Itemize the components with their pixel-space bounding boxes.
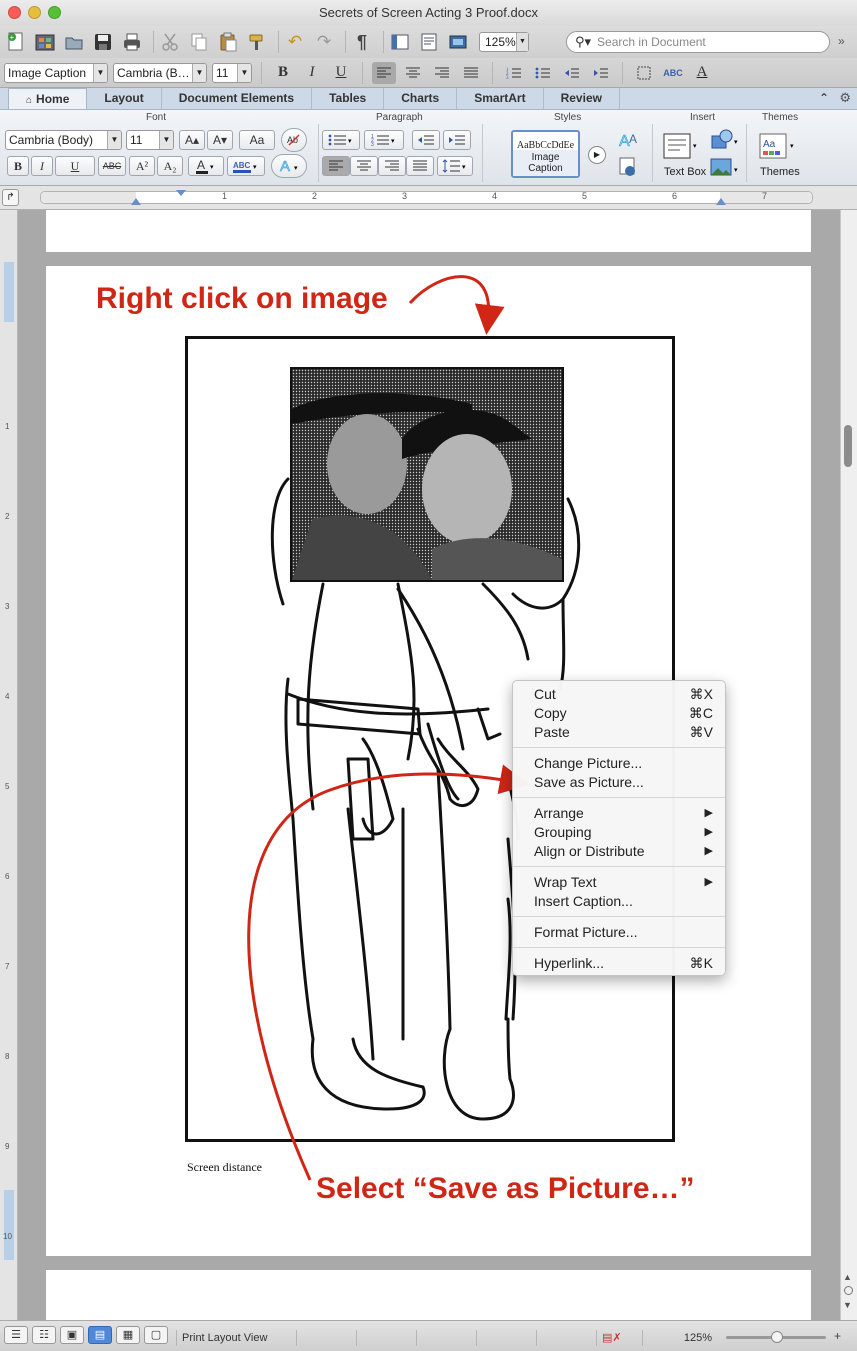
zoom-slider-handle[interactable] [771, 1331, 783, 1343]
scroll-down-icon[interactable]: ▼ [843, 1300, 852, 1310]
zoom-in-icon[interactable]: + [834, 1329, 841, 1343]
annotation-arrows-icon [247, 275, 530, 1181]
menu-item-wrap-text[interactable]: Wrap Text ▶ [513, 873, 725, 892]
scroll-up-icon[interactable]: ▲ [843, 1272, 852, 1282]
spelling-status-icon[interactable]: ▤✗ [596, 1330, 642, 1346]
browse-object-icon[interactable] [844, 1286, 853, 1295]
outline-view-button[interactable]: ☷ [32, 1326, 56, 1344]
view-name-label: Print Layout View [176, 1330, 296, 1346]
vertical-scrollbar[interactable]: ▲ ▼ [840, 210, 857, 1320]
menu-separator [513, 866, 725, 867]
publishing-view-button[interactable]: ▣ [60, 1326, 84, 1344]
menu-separator [513, 916, 725, 917]
status-bar: ☰ ☷ ▣ ▤ ▦ ▢ Print Layout View ▤✗ 125% + [0, 1320, 857, 1351]
zoom-slider[interactable] [726, 1331, 826, 1343]
context-menu: Cut ⌘X Copy ⌘C Paste ⌘V Change Picture... S… [512, 680, 726, 976]
submenu-arrow-icon: ▶ [704, 876, 713, 888]
menu-separator [513, 797, 725, 798]
submenu-arrow-icon: ▶ [704, 826, 713, 838]
zoom-percent-label: 125% [642, 1330, 722, 1346]
menu-item-grouping[interactable]: Grouping ▶ [513, 823, 725, 842]
focus-view-button[interactable]: ▢ [144, 1326, 168, 1344]
notebook-view-button[interactable]: ▦ [116, 1326, 140, 1344]
menu-item-change-picture[interactable]: Change Picture... [513, 754, 725, 773]
menu-separator [513, 747, 725, 748]
draft-view-button[interactable]: ☰ [4, 1326, 28, 1344]
submenu-arrow-icon: ▶ [704, 845, 713, 857]
menu-item-insert-caption[interactable]: Insert Caption... [513, 892, 725, 911]
menu-item-paste[interactable]: Paste ⌘V [513, 723, 725, 742]
menu-item-copy[interactable]: Copy ⌘C [513, 704, 725, 723]
menu-item-hyperlink[interactable]: Hyperlink... ⌘K [513, 954, 725, 973]
scrollbar-thumb[interactable] [844, 425, 852, 467]
menu-item-arrange[interactable]: Arrange ▶ [513, 804, 725, 823]
menu-item-save-as-picture[interactable]: Save as Picture... [513, 773, 725, 792]
menu-separator [513, 947, 725, 948]
menu-item-align-distribute[interactable]: Align or Distribute ▶ [513, 842, 725, 861]
menu-item-format-picture[interactable]: Format Picture... [513, 923, 725, 942]
menu-item-cut[interactable]: Cut ⌘X [513, 685, 725, 704]
print-layout-view-button[interactable]: ▤ [88, 1326, 112, 1344]
submenu-arrow-icon: ▶ [704, 807, 713, 819]
